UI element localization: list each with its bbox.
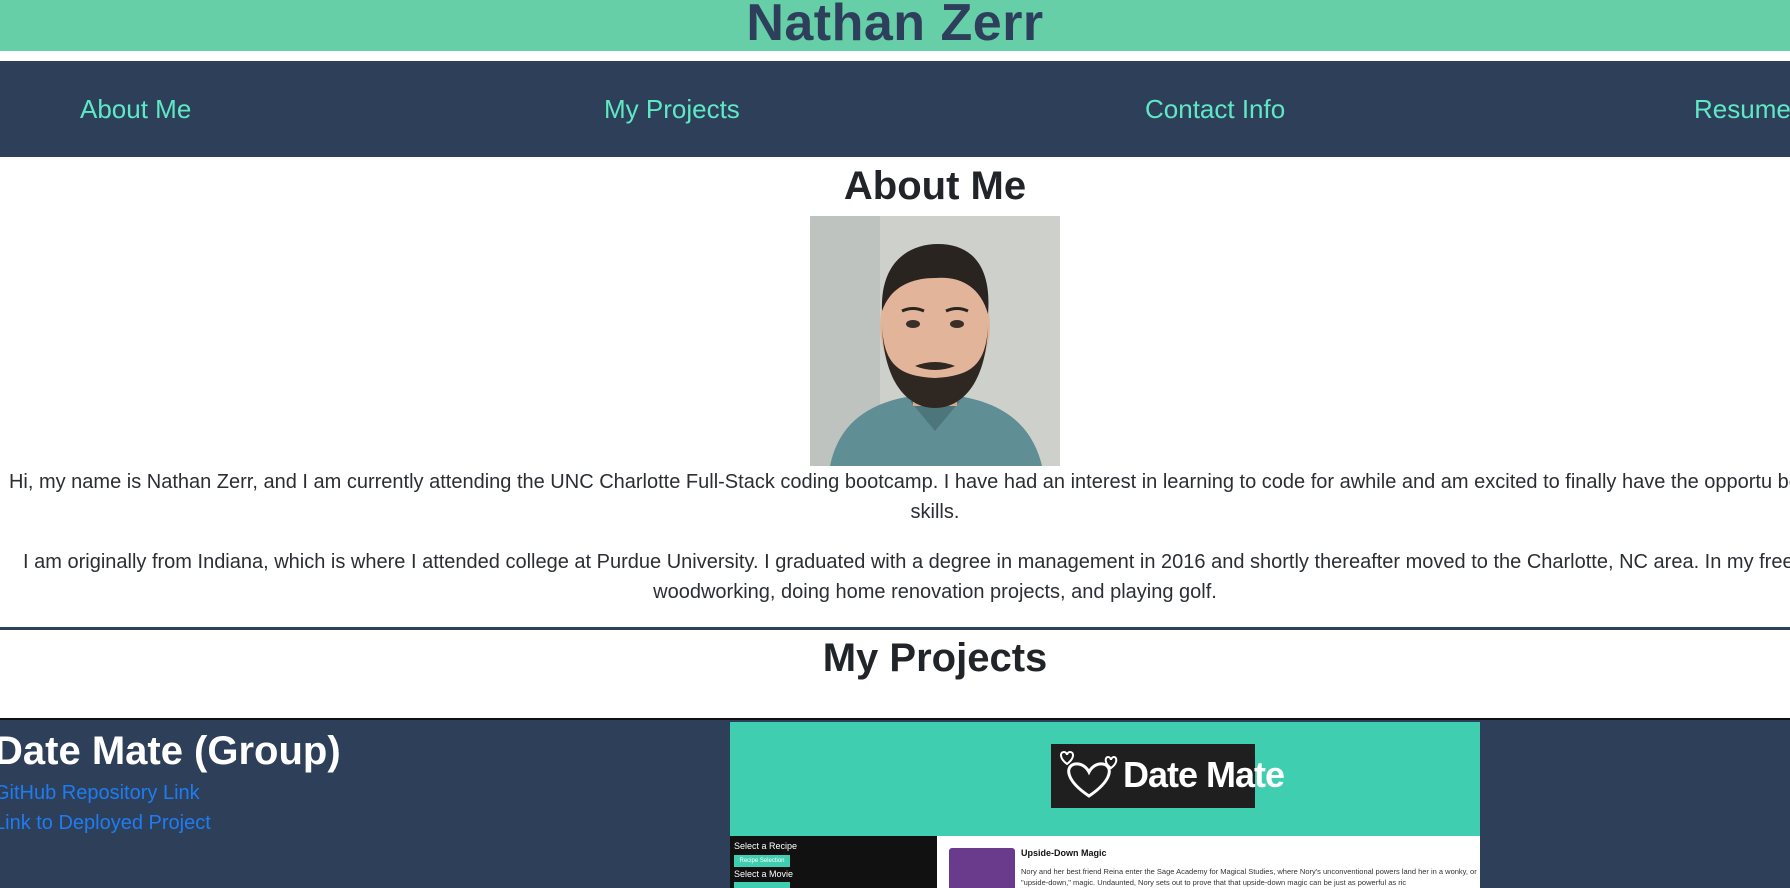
profile-photo: [810, 216, 1060, 466]
sidebar-label-recipe: Select a Recipe: [734, 841, 798, 851]
book-title: Upside-Down Magic: [1021, 848, 1107, 858]
hearts-icon: [1060, 750, 1118, 798]
github-repo-link[interactable]: GitHub Repository Link: [0, 782, 200, 805]
site-title: Nathan Zerr: [746, 0, 1044, 51]
screenshot-header: Date Mate: [730, 722, 1480, 836]
project-screenshot: Date Mate Select a Recipe Recipe Selecti…: [730, 722, 1480, 888]
project-title: Date Mate (Group): [0, 729, 341, 773]
nav-link-about-me[interactable]: About Me: [80, 61, 191, 157]
main-nav: About Me My Projects Contact Info Resume: [0, 61, 1790, 157]
profile-photo-illustration: [810, 216, 1060, 466]
book-description: Nory and her best friend Reina enter the…: [1021, 867, 1477, 887]
project-card: Date Mate (Group) GitHub Repository Link…: [0, 720, 1790, 888]
about-heading: About Me: [843, 164, 1027, 208]
nav-link-my-projects[interactable]: My Projects: [604, 61, 740, 157]
about-paragraph-intro: Hi, my name is Nathan Zerr, and I am cur…: [8, 471, 1790, 523]
logo-text: Date Mate: [1123, 754, 1285, 795]
site-header: Nathan Zerr: [0, 0, 1790, 51]
book-cover-thumbnail: [949, 848, 1015, 888]
recipe-selection-button: Recipe Selection: [734, 855, 790, 867]
about-paragraph-background: I am originally from Indiana, which is w…: [23, 551, 1790, 603]
projects-heading: My Projects: [822, 636, 1048, 680]
nav-link-resume[interactable]: Resume: [1694, 61, 1790, 157]
screenshot-sidebar: Select a Recipe Recipe Selection Select …: [730, 836, 937, 888]
nav-link-contact-info[interactable]: Contact Info: [1145, 61, 1285, 157]
date-mate-logo: Date Mate: [1051, 744, 1285, 808]
sidebar-label-movie: Select a Movie: [734, 869, 794, 879]
movie-selection-button: [734, 882, 790, 888]
deployed-project-link[interactable]: Link to Deployed Project: [0, 812, 211, 835]
